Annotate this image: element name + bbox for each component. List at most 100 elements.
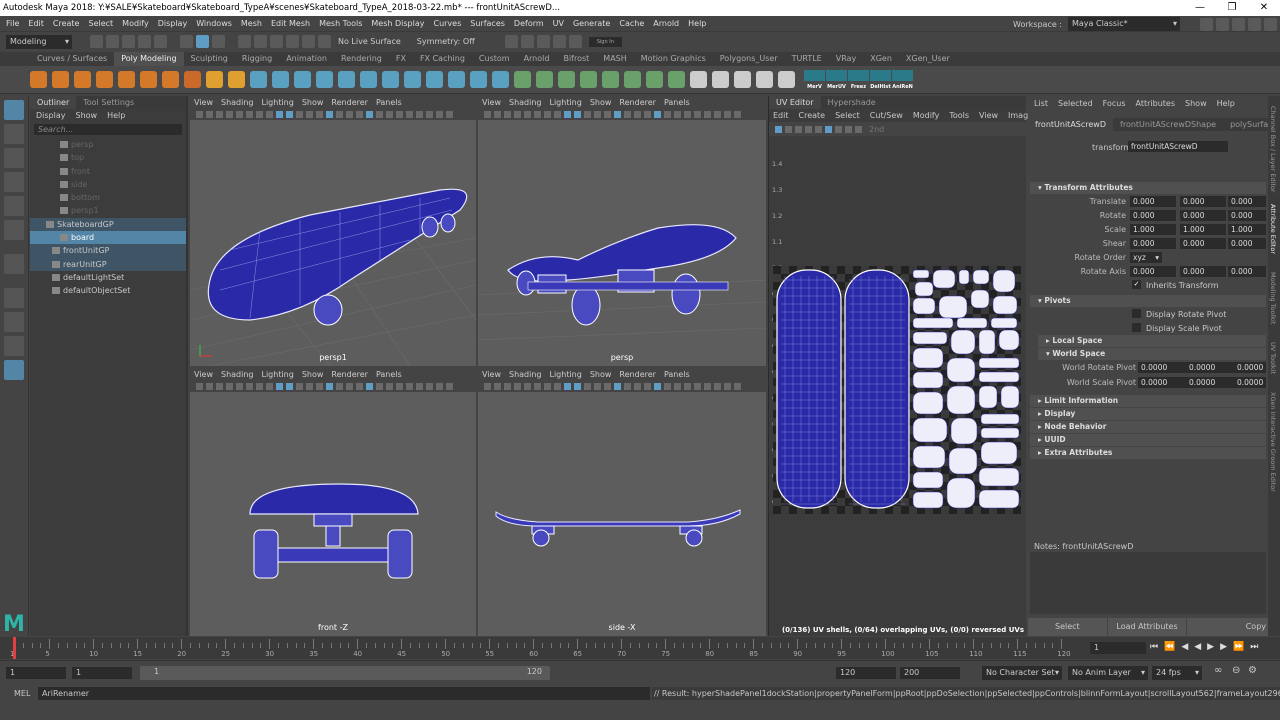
viewport-tool-icon[interactable] [724,110,731,118]
move-tool-icon[interactable] [4,172,24,192]
translate-y-field[interactable]: 0.000 [1180,196,1226,207]
uv-layout-icon[interactable] [624,71,641,88]
viewport-tool-icon[interactable] [594,382,601,390]
viewport-tool-icon[interactable] [544,110,551,118]
menu-uv[interactable]: UV [553,19,564,28]
panel-layout-icon[interactable] [1232,17,1245,31]
viewport-tool-icon[interactable] [564,382,571,390]
multi-cut-icon[interactable] [426,71,443,88]
outliner-menu-show[interactable]: Show [76,111,98,120]
viewport-menu-panels[interactable]: Panels [664,370,690,379]
ae-menu-show[interactable]: Show [1185,99,1207,108]
viewport-tool-icon[interactable] [674,110,681,118]
world-scale-pivot-x-field[interactable]: 0.0000 [1138,377,1186,388]
viewport-tool-icon[interactable] [216,382,223,390]
text-icon[interactable] [206,71,223,88]
viewport-tool-icon[interactable] [406,382,413,390]
shear-y-field[interactable]: 0.000 [1180,238,1226,249]
viewport-tool-icon[interactable] [216,110,223,118]
step-back-frame-icon[interactable]: ◀ [1181,642,1188,652]
ae-select-button[interactable]: Select [1028,618,1107,636]
section-world-space[interactable]: ▾ World Space [1038,348,1266,360]
outliner-item[interactable]: SkateboardGP [30,217,186,232]
viewport-tool-icon[interactable] [684,110,691,118]
viewport-tool-icon[interactable] [396,110,403,118]
viewport-tool-icon[interactable] [366,110,373,118]
viewport-menu-renderer[interactable]: Renderer [331,98,368,107]
rotate-tool-icon[interactable] [4,196,24,216]
section-node-behavior[interactable]: ▸ Node Behavior [1030,421,1266,433]
single-pane-icon[interactable] [4,288,24,308]
hypershade-icon[interactable] [552,35,566,48]
ae-tab-transform[interactable]: frontUnitAScrewD [1028,118,1114,131]
panel-layout-icon[interactable] [1248,17,1261,31]
viewport-menu-shading[interactable]: Shading [221,98,254,107]
shelf-custom-button[interactable]: Freez [848,69,869,90]
loop-icon[interactable]: ∞ [1214,665,1222,676]
viewport-tool-icon[interactable] [376,110,383,118]
playback-prefs-icon[interactable]: ⚙ [1248,665,1257,676]
viewport-menu-panels[interactable]: Panels [664,98,690,107]
viewport-tool-icon[interactable] [386,110,393,118]
outliner-item[interactable]: defaultObjectSet [30,284,186,297]
viewport-tool-icon[interactable] [504,382,511,390]
shelf-tab[interactable]: FX [389,52,413,66]
uv-menu-view[interactable]: View [979,111,998,120]
viewport-tool-icon[interactable] [296,110,303,118]
play-forward-icon[interactable]: ▶ [1207,642,1214,652]
new-scene-icon[interactable] [90,35,103,48]
uv-menu-create[interactable]: Create [799,111,826,120]
viewport-tool-icon[interactable] [674,382,681,390]
ae-menu-help[interactable]: Help [1217,99,1235,108]
shelf-tab-active[interactable]: Poly Modeling [114,52,184,66]
four-pane-icon[interactable] [4,312,24,332]
poly-torus-icon[interactable] [118,71,135,88]
go-to-end-icon[interactable]: ⏭ [1250,642,1258,652]
rotate-y-field[interactable]: 0.000 [1180,210,1226,221]
viewport-menu-renderer[interactable]: Renderer [331,370,368,379]
last-tool-icon[interactable] [4,254,24,274]
viewport-tool-icon[interactable] [634,382,641,390]
viewport-tool-icon[interactable] [704,110,711,118]
viewport-tool-icon[interactable] [554,382,561,390]
side-tab-channel-box[interactable]: Channel Box / Layer Editor [1269,106,1277,193]
live-surface-label[interactable]: No Live Surface [338,37,401,46]
redo-icon[interactable] [154,35,167,48]
quad-draw-icon[interactable] [470,71,487,88]
side-tab-modeling-toolkit[interactable]: Modeling Toolkit [1269,272,1277,324]
viewport-tool-icon[interactable] [594,110,601,118]
display-scale-pivot-checkbox[interactable] [1132,323,1141,332]
poly-cylinder-icon[interactable] [74,71,91,88]
viewport-tool-icon[interactable] [356,382,363,390]
shelf-tab[interactable]: Polygons_User [713,52,785,66]
symmetry-label[interactable]: Symmetry: Off [417,37,475,46]
poly-sphere-icon[interactable] [30,71,47,88]
menu-generate[interactable]: Generate [573,19,610,28]
shelf-tab[interactable]: FX Caching [413,52,472,66]
outliner-item[interactable]: defaultLightSet [30,271,186,284]
bridge-icon[interactable] [360,71,377,88]
ae-menu-list[interactable]: List [1034,99,1048,108]
ae-load-attributes-button[interactable]: Load Attributes [1107,618,1187,636]
menu-surfaces[interactable]: Surfaces [470,19,505,28]
uv-cut-icon[interactable] [558,71,575,88]
viewport-tool-icon[interactable] [286,110,293,118]
workspace-select[interactable]: Maya Classic* [1068,17,1180,31]
delete-history-icon[interactable] [690,71,707,88]
outliner-item[interactable]: persp [30,138,186,151]
shelf-tab[interactable]: Custom [472,52,517,66]
viewport-tool-icon[interactable] [196,110,203,118]
viewport-tool-icon[interactable] [256,110,263,118]
viewport-menu-show[interactable]: Show [302,370,324,379]
menu-modify[interactable]: Modify [122,19,149,28]
section-uuid[interactable]: ▸ UUID [1030,434,1266,446]
menu-select[interactable]: Select [88,19,113,28]
target-weld-icon[interactable] [448,71,465,88]
menu-edit-mesh[interactable]: Edit Mesh [271,19,310,28]
bevel-icon[interactable] [382,71,399,88]
open-scene-icon[interactable] [106,35,119,48]
snap-surface-icon[interactable] [302,35,315,48]
viewport-tool-icon[interactable] [534,110,541,118]
viewport-side[interactable]: View Shading Lighting Show Renderer Panels si… [478,368,766,636]
menu-set-select[interactable]: Modeling [6,34,72,49]
